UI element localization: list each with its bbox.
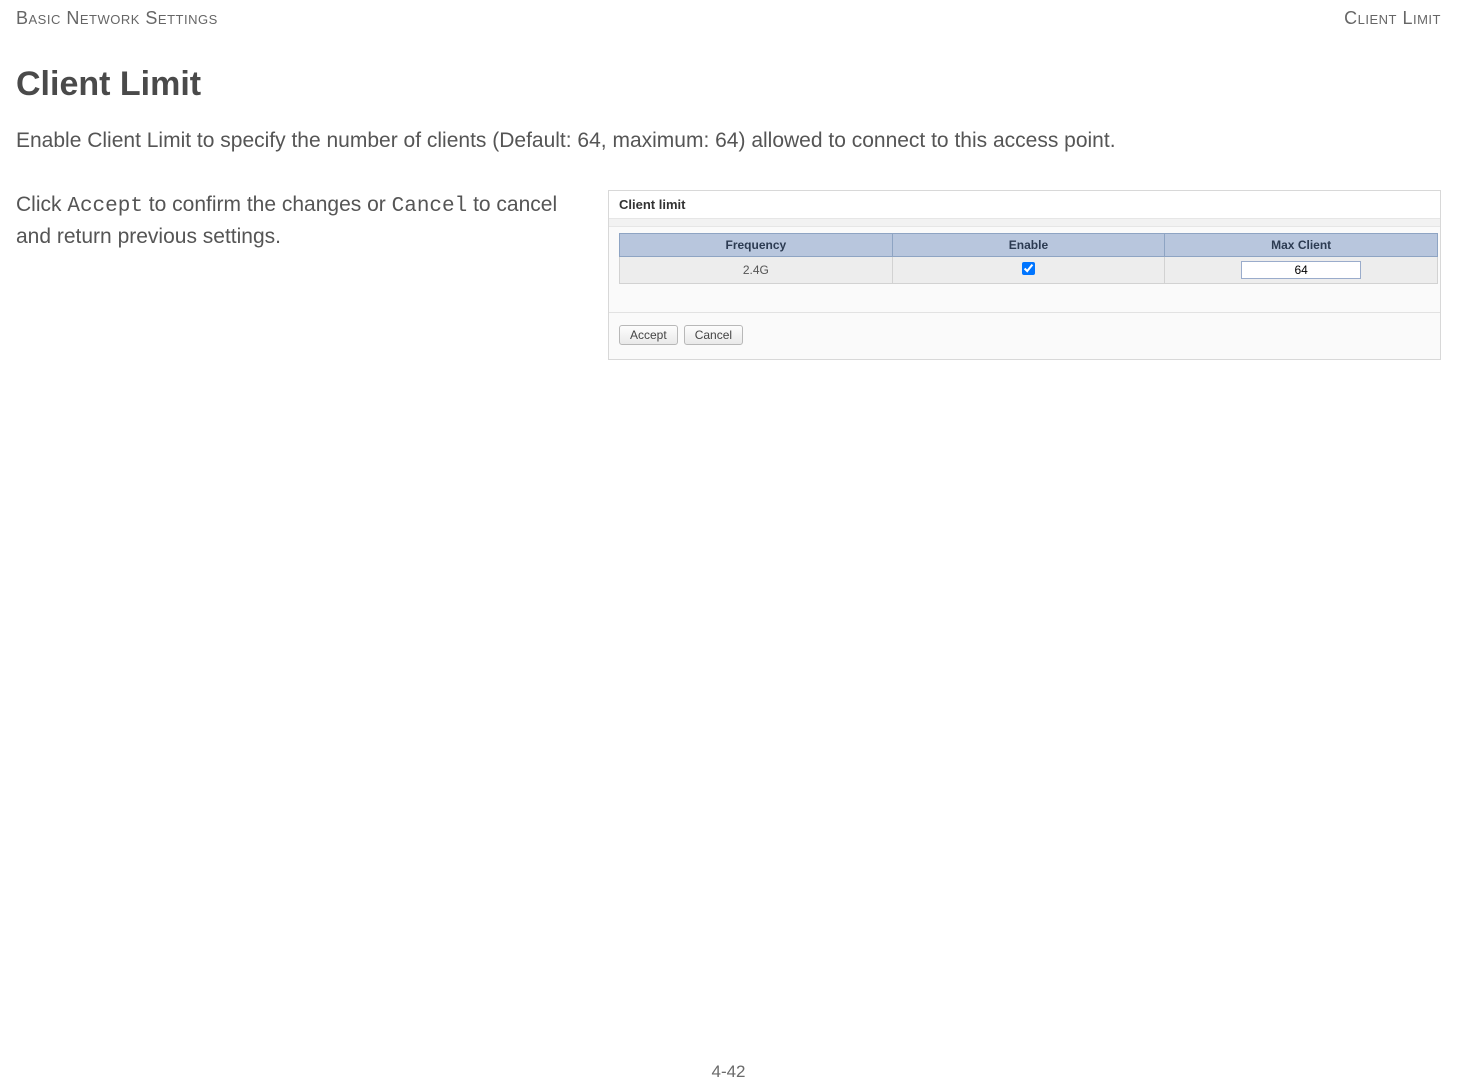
instruction-prefix: Click	[16, 193, 67, 216]
cancel-button[interactable]: Cancel	[684, 325, 743, 345]
client-limit-table: Frequency Enable Max Client 2.4G	[619, 233, 1438, 284]
cell-frequency: 2.4G	[620, 257, 893, 284]
enable-checkbox[interactable]	[1022, 262, 1035, 275]
page-description: Enable Client Limit to specify the numbe…	[16, 126, 1441, 156]
panel-button-row: Accept Cancel	[609, 312, 1440, 359]
page-title: Client Limit	[16, 65, 1441, 104]
cell-maxclient	[1165, 257, 1438, 284]
col-enable: Enable	[892, 234, 1165, 257]
page-number: 4-42	[711, 1062, 745, 1082]
panel-title: Client limit	[609, 191, 1440, 218]
client-limit-panel: Client limit Frequency Enable Max Client…	[608, 190, 1441, 360]
table-row: 2.4G	[620, 257, 1438, 284]
instruction-text: Click Accept to confirm the changes or C…	[16, 190, 586, 251]
panel-divider	[609, 218, 1440, 227]
accept-button[interactable]: Accept	[619, 325, 678, 345]
instruction-mid: to confirm the changes or	[143, 193, 392, 216]
table-header-row: Frequency Enable Max Client	[620, 234, 1438, 257]
page-header: Basic Network Settings Client Limit	[16, 8, 1441, 29]
col-maxclient: Max Client	[1165, 234, 1438, 257]
cancel-keyword: Cancel	[392, 195, 468, 218]
cell-enable	[892, 257, 1165, 284]
col-frequency: Frequency	[620, 234, 893, 257]
accept-keyword: Accept	[67, 195, 143, 218]
header-right: Client Limit	[1344, 8, 1441, 29]
max-client-input[interactable]	[1241, 261, 1361, 279]
header-left: Basic Network Settings	[16, 8, 218, 29]
